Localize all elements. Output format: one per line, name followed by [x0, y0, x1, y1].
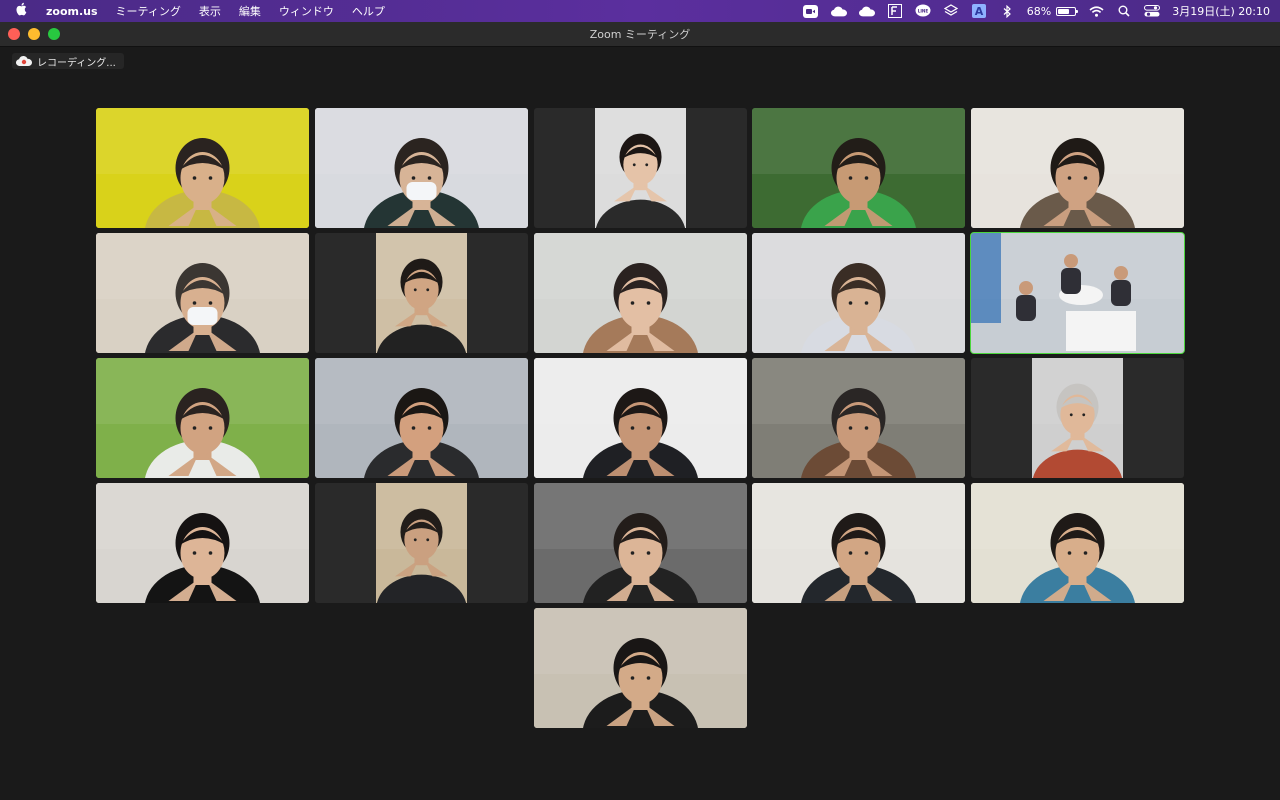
battery-percent: 68% [1026, 4, 1052, 18]
participant-image [96, 108, 309, 228]
participant-video [376, 483, 467, 603]
participant-image [315, 108, 528, 228]
input-source-icon[interactable]: A [971, 4, 987, 18]
menubar-clock[interactable]: 3月19日(土) 20:10 [1172, 3, 1270, 19]
video-tile[interactable] [96, 233, 309, 353]
battery-icon[interactable] [1056, 6, 1079, 16]
participant-image [971, 483, 1184, 603]
video-tile[interactable] [315, 483, 528, 603]
participant-video [96, 358, 309, 478]
participant-video [376, 233, 467, 353]
participant-image [534, 608, 747, 728]
participant-image [96, 233, 309, 353]
participant-image [315, 358, 528, 478]
participant-video [971, 233, 1184, 353]
video-tile[interactable] [752, 108, 965, 228]
participant-video [1032, 358, 1123, 478]
participant-video [534, 358, 747, 478]
video-tile[interactable] [752, 233, 965, 353]
video-tile[interactable] [534, 358, 747, 478]
video-tile[interactable] [534, 483, 747, 603]
recording-label: レコーディング... [37, 57, 116, 69]
line-icon[interactable]: LINE [915, 4, 931, 18]
participant-video [534, 483, 747, 603]
menu-meeting[interactable]: ミーティング [116, 3, 181, 19]
apple-menu-icon[interactable] [14, 2, 28, 20]
video-tile[interactable] [971, 483, 1184, 603]
participant-video [752, 108, 965, 228]
participant-video [315, 358, 528, 478]
participant-image [752, 108, 965, 228]
participant-image [1032, 358, 1123, 478]
participant-video [96, 233, 309, 353]
video-tile[interactable] [752, 358, 965, 478]
participant-video [96, 483, 309, 603]
participant-image [971, 108, 1184, 228]
menu-bar: zoom.us ミーティング 表示 編集 ウィンドウ ヘルプ LINE A 68… [0, 0, 1280, 22]
battery-fill [1058, 8, 1070, 14]
video-tile[interactable] [315, 358, 528, 478]
wifi-icon[interactable] [1088, 4, 1104, 18]
video-tile[interactable] [970, 232, 1185, 354]
layers-icon[interactable] [943, 4, 959, 18]
participant-image [96, 483, 309, 603]
control-center-icon[interactable] [1144, 4, 1161, 18]
video-tile[interactable] [971, 358, 1184, 478]
cloud-icon[interactable] [858, 4, 875, 18]
participant-video [595, 108, 686, 228]
participant-image [534, 358, 747, 478]
cloud-icon[interactable] [830, 4, 847, 18]
menu-help[interactable]: ヘルプ [352, 3, 385, 19]
participant-video [752, 358, 965, 478]
video-tile[interactable] [315, 233, 528, 353]
zoom-meeting-window: Zoom ミーティング レコーディング... [0, 22, 1280, 800]
recording-indicator[interactable]: レコーディング... [12, 53, 124, 69]
video-tile[interactable] [96, 358, 309, 478]
cloud-recording-icon [16, 56, 32, 66]
participant-image [96, 358, 309, 478]
notes-icon[interactable] [887, 4, 903, 18]
participant-image [595, 108, 686, 228]
video-tile[interactable] [971, 108, 1184, 228]
participant-video [534, 233, 747, 353]
participant-image [752, 483, 965, 603]
participant-image [376, 233, 467, 353]
video-tile[interactable] [534, 108, 747, 228]
participant-video [752, 483, 965, 603]
participant-image [752, 233, 965, 353]
video-gallery [0, 22, 1280, 800]
video-tile[interactable] [534, 233, 747, 353]
svg-text:LINE: LINE [917, 9, 928, 14]
participant-image [971, 233, 1184, 351]
spotlight-search-icon[interactable] [1116, 4, 1132, 18]
video-tile[interactable] [315, 108, 528, 228]
participant-image [376, 483, 467, 603]
video-tile[interactable] [96, 483, 309, 603]
zoom-icon[interactable] [803, 4, 819, 18]
menu-edit[interactable]: 編集 [239, 3, 261, 19]
video-tile[interactable] [96, 108, 309, 228]
participant-video [96, 108, 309, 228]
participant-video [534, 608, 747, 728]
video-tile[interactable] [752, 483, 965, 603]
video-tile[interactable] [534, 608, 747, 728]
menu-view[interactable]: 表示 [199, 3, 221, 19]
participant-video [971, 108, 1184, 228]
participant-image [534, 483, 747, 603]
svg-text:A: A [975, 5, 984, 18]
bluetooth-icon[interactable] [999, 4, 1015, 18]
app-menu-zoom[interactable]: zoom.us [46, 5, 98, 18]
participant-image [534, 233, 747, 353]
participant-video [971, 483, 1184, 603]
status-area: LINE A 68% 3月19日(土) 20:10 [791, 0, 1270, 22]
participant-image [752, 358, 965, 478]
participant-video [315, 108, 528, 228]
participant-video [752, 233, 965, 353]
menu-window[interactable]: ウィンドウ [279, 3, 334, 19]
